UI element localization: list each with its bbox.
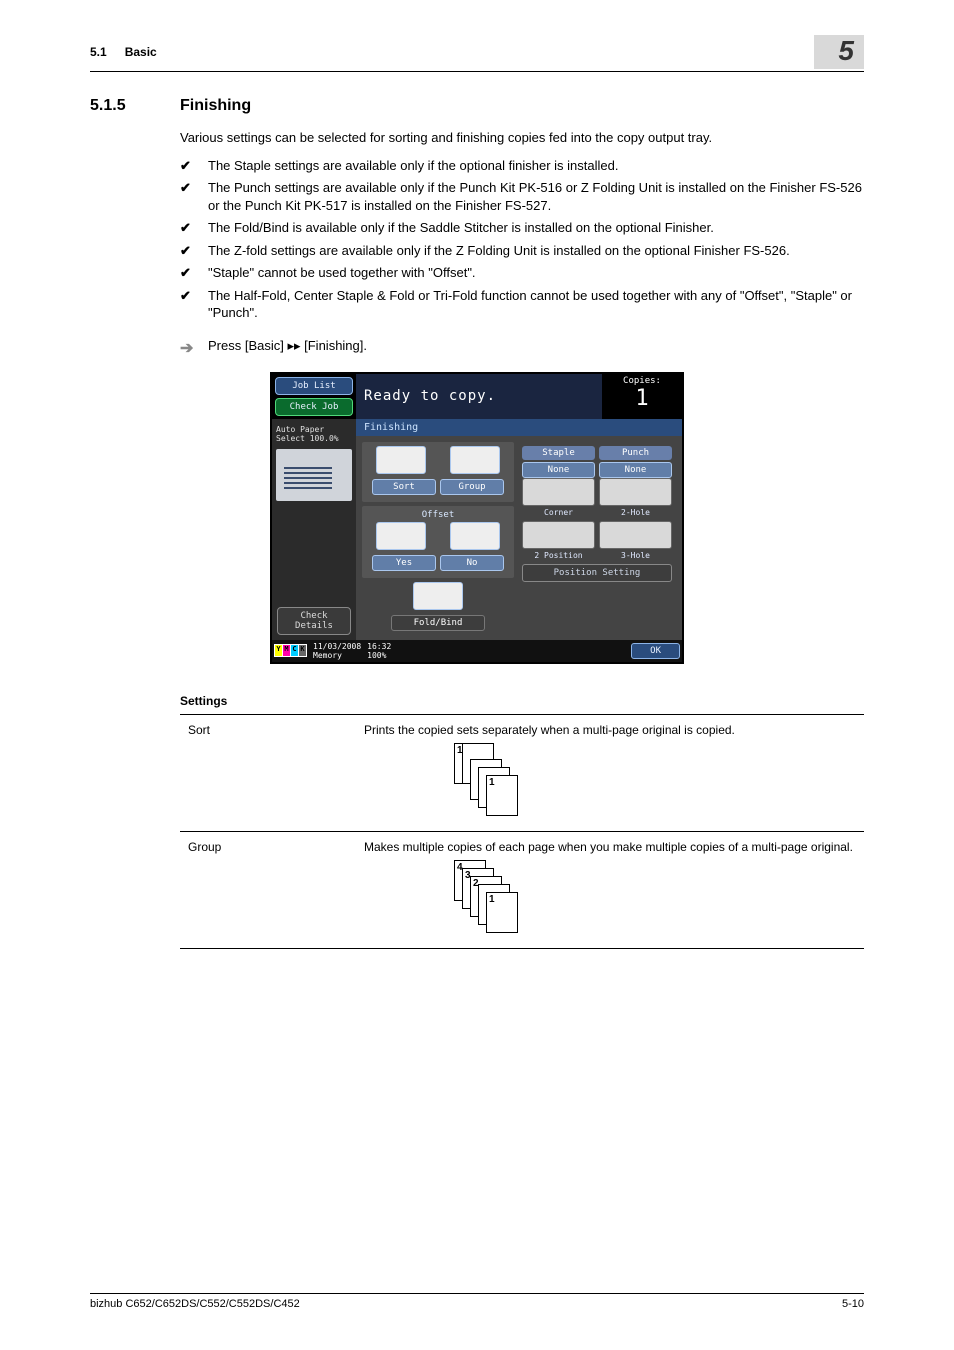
section-heading: 5.1.5 Finishing (90, 97, 864, 115)
section-heading-number: 5.1.5 (90, 97, 180, 115)
settings-title: Settings (180, 694, 864, 708)
staple-corner-icon[interactable] (522, 478, 595, 506)
copies-count: 1 (602, 386, 682, 411)
punch-3hole-icon[interactable] (599, 521, 672, 549)
bullet-text: "Staple" cannot be used together with "O… (208, 264, 476, 282)
punch-none-button[interactable]: None (599, 462, 672, 478)
setting-desc: Prints the copied sets separately when a… (364, 723, 735, 737)
date-text: 11/03/2008 (313, 642, 361, 651)
footer-page: 5-10 (842, 1298, 864, 1310)
group-button[interactable]: Group (440, 479, 504, 495)
arrow-right-icon: ➔ (180, 338, 208, 358)
memory-text: Memory (313, 651, 361, 660)
punch-2hole-icon[interactable] (599, 478, 672, 506)
staple-none-button[interactable]: None (522, 462, 595, 478)
header-chapter-number: 5 (814, 35, 864, 69)
sort-button[interactable]: Sort (372, 479, 436, 495)
fold-bind-icon (413, 582, 463, 610)
staple-2pos-icon[interactable] (522, 521, 595, 549)
preview-thumbnail (276, 449, 352, 501)
checkmark-icon: ✔ (180, 287, 208, 322)
auto-paper-label: Auto Paper Select 100.0% (276, 425, 352, 443)
printer-panel-screenshot: Job List Check Job Ready to copy. Copies… (270, 372, 684, 664)
check-details-button[interactable]: Check Details (277, 607, 351, 635)
bullet-text: The Z-fold settings are available only i… (208, 242, 790, 260)
table-row: Group Makes multiple copies of each page… (180, 831, 864, 948)
fold-bind-button[interactable]: Fold/Bind (391, 615, 485, 631)
setting-desc: Makes multiple copies of each page when … (364, 840, 853, 854)
job-list-button[interactable]: Job List (275, 377, 353, 395)
offset-no-icon (450, 522, 500, 550)
copies-label: Copies: (602, 376, 682, 386)
header-section-number: 5.1 (90, 45, 107, 59)
intro-paragraph: Various settings can be selected for sor… (180, 129, 864, 147)
sort-diagram: 1 1 (454, 743, 856, 823)
checkmark-icon: ✔ (180, 157, 208, 175)
offset-no-button[interactable]: No (440, 555, 504, 571)
header-section-name: Basic (125, 45, 815, 59)
settings-table: Sort Prints the copied sets separately w… (180, 714, 864, 949)
checkmark-icon: ✔ (180, 179, 208, 214)
bullet-text: The Staple settings are available only i… (208, 157, 618, 175)
step-text: Press [Basic] ▸▸ [Finishing]. (208, 338, 367, 358)
punch-2hole-label: 2-Hole (599, 508, 672, 517)
staple-corner-label: Corner (522, 508, 595, 517)
page-footer: bizhub C652/C652DS/C552/C552DS/C452 5-10 (90, 1293, 864, 1310)
footer-model: bizhub C652/C652DS/C552/C552DS/C452 (90, 1298, 300, 1310)
status-text: Ready to copy. (356, 374, 602, 419)
offset-yes-icon (376, 522, 426, 550)
memory-pct: 100% (367, 651, 391, 660)
group-diagram: 4 3 2 1 (454, 860, 856, 940)
table-row: Sort Prints the copied sets separately w… (180, 714, 864, 831)
toner-status: YMCK (274, 644, 307, 657)
section-heading-title: Finishing (180, 97, 251, 115)
time-text: 16:32 (367, 642, 391, 651)
group-icon (450, 446, 500, 474)
finishing-tab[interactable]: Finishing (356, 419, 682, 436)
bullet-text: The Half-Fold, Center Staple & Fold or T… (208, 287, 864, 322)
staple-header: Staple (522, 446, 595, 460)
sort-icon (376, 446, 426, 474)
punch-3hole-label: 3-Hole (599, 551, 672, 560)
check-job-button[interactable]: Check Job (275, 398, 353, 416)
setting-name: Sort (180, 714, 356, 831)
checkmark-icon: ✔ (180, 219, 208, 237)
checkmark-icon: ✔ (180, 264, 208, 282)
page-header: 5.1 Basic 5 (90, 35, 864, 72)
step-row: ➔ Press [Basic] ▸▸ [Finishing]. (180, 338, 864, 358)
bullet-list: ✔The Staple settings are available only … (180, 157, 864, 322)
staple-2pos-label: 2 Position (522, 551, 595, 560)
position-setting-button[interactable]: Position Setting (522, 564, 672, 582)
bullet-text: The Fold/Bind is available only if the S… (208, 219, 714, 237)
checkmark-icon: ✔ (180, 242, 208, 260)
bullet-text: The Punch settings are available only if… (208, 179, 864, 214)
offset-label: Offset (366, 510, 510, 520)
offset-yes-button[interactable]: Yes (372, 555, 436, 571)
punch-header: Punch (599, 446, 672, 460)
setting-name: Group (180, 831, 356, 948)
ok-button[interactable]: OK (631, 643, 680, 659)
